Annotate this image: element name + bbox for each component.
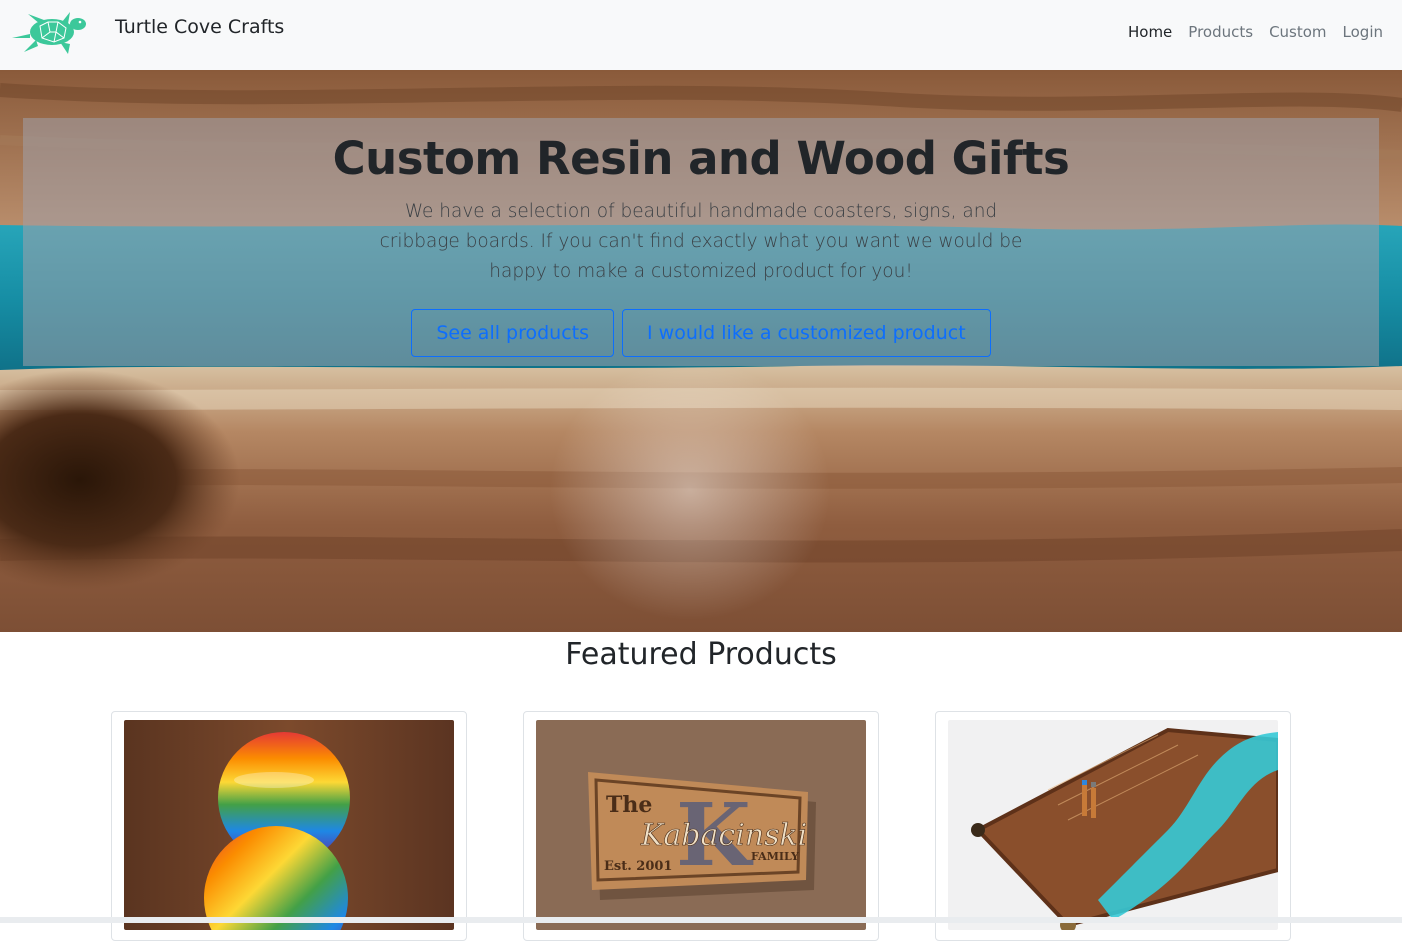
nav-link-products[interactable]: Products [1188, 23, 1253, 41]
product-image-cribbage[interactable] [948, 720, 1278, 930]
product-image-coasters[interactable] [124, 720, 454, 930]
nav-link-custom[interactable]: Custom [1269, 23, 1326, 41]
navbar: Turtle Cove Crafts Home Products Custom … [0, 0, 1402, 70]
sign-family-name: Kabacinski [640, 818, 807, 853]
brand-name[interactable]: Turtle Cove Crafts [115, 16, 284, 38]
sign-the: The [606, 792, 652, 818]
product-card[interactable] [111, 711, 467, 941]
featured-products-title: Featured Products [565, 637, 837, 672]
main-nav: Home Products Custom Login [1128, 23, 1383, 41]
nav-link-home[interactable]: Home [1128, 23, 1172, 41]
page-scroll-edge [0, 917, 1402, 923]
product-card[interactable]: K The Kabacinski FAMILY Est. 2001 [523, 711, 879, 941]
hero-overlay: Custom Resin and Wood Gifts We have a se… [23, 118, 1379, 366]
see-all-products-button[interactable]: See all products [411, 309, 615, 357]
product-image-sign[interactable]: K The Kabacinski FAMILY Est. 2001 [536, 720, 866, 930]
customized-product-button[interactable]: I would like a customized product [622, 309, 991, 357]
hero-description: We have a selection of beautiful handmad… [379, 201, 1023, 282]
sign-family-word: FAMILY [751, 850, 799, 863]
nav-link-login[interactable]: Login [1343, 23, 1383, 41]
turtle-icon[interactable] [10, 10, 88, 56]
hero-buttons: See all products I would like a customiz… [23, 309, 1379, 357]
product-card[interactable] [935, 711, 1291, 941]
hero-title: Custom Resin and Wood Gifts [332, 132, 1070, 185]
hero-section: Custom Resin and Wood Gifts We have a se… [0, 70, 1402, 632]
sign-established: Est. 2001 [604, 859, 672, 874]
